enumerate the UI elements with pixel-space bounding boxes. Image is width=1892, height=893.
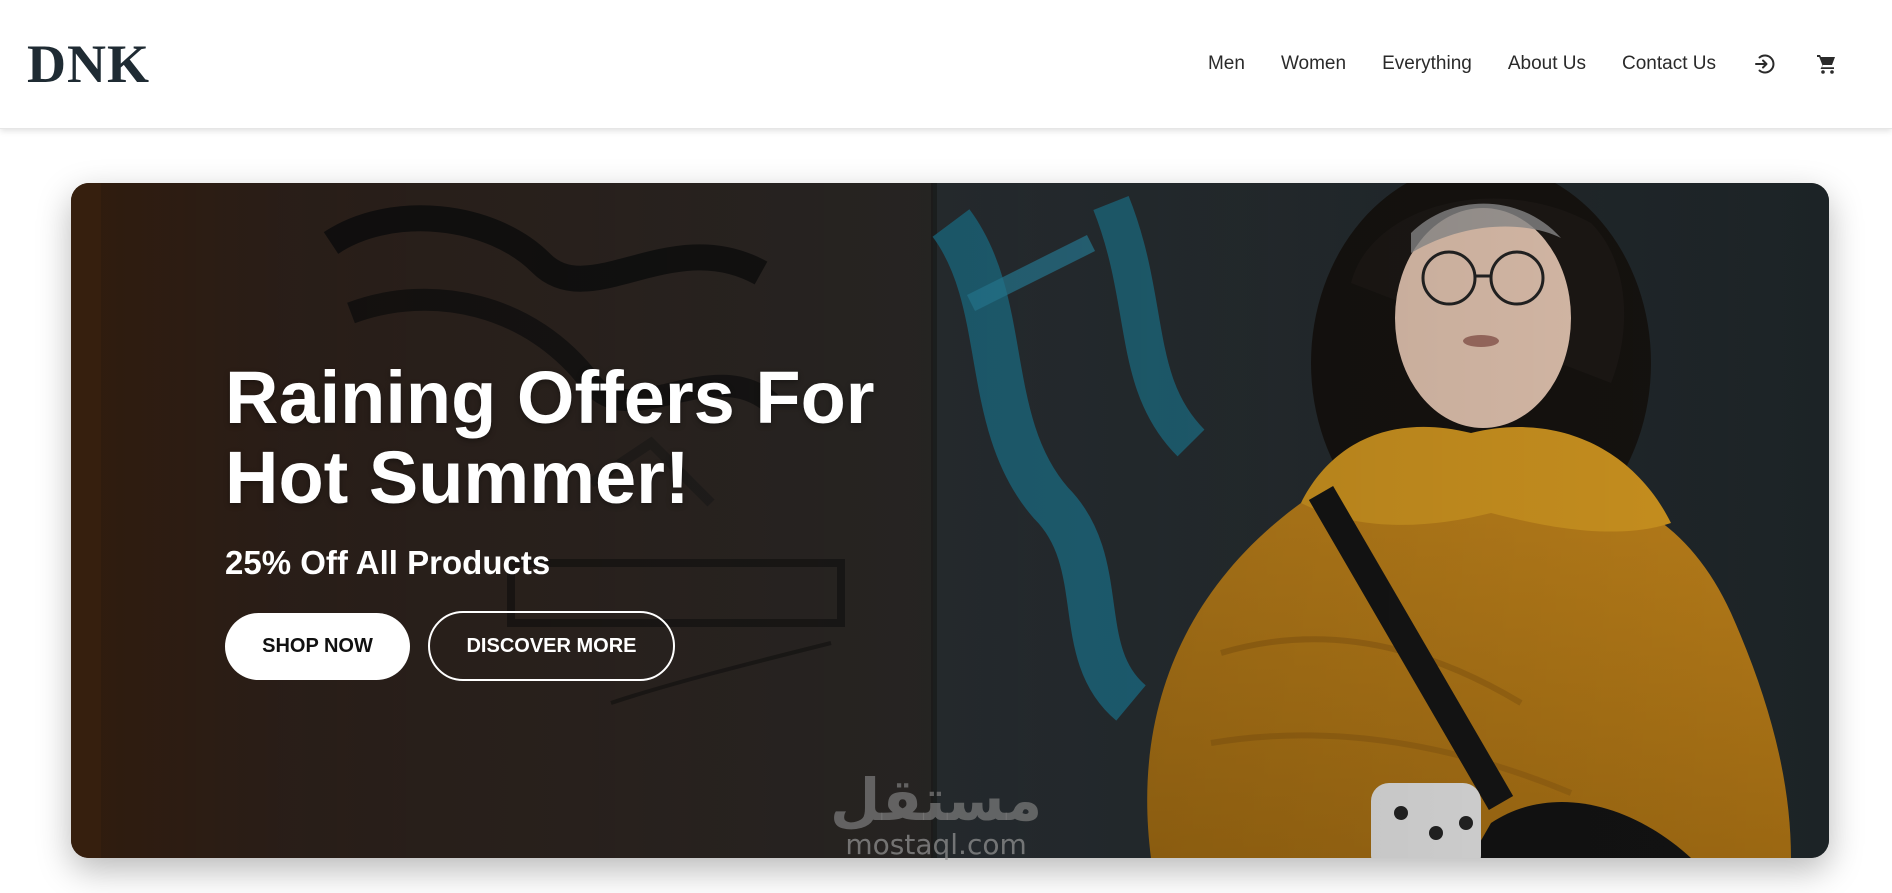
hero-buttons: SHOP NOW DISCOVER MORE (225, 611, 985, 681)
nav-link-about-us[interactable]: About Us (1508, 53, 1586, 75)
shop-now-button[interactable]: SHOP NOW (225, 612, 410, 680)
nav-link-contact-us[interactable]: Contact Us (1622, 53, 1716, 75)
nav-link-men[interactable]: Men (1208, 53, 1245, 75)
login-icon[interactable] (1752, 51, 1778, 77)
hero-subtitle: 25% Off All Products (225, 544, 551, 581)
site-logo[interactable]: DNK (27, 33, 150, 95)
discover-more-button[interactable]: DISCOVER MORE (428, 611, 675, 681)
hero-title: Raining Offers For Hot Summer! (225, 356, 875, 519)
site-header: DNK Men Women Everything About Us Contac… (0, 0, 1892, 129)
cart-icon[interactable] (1814, 51, 1840, 77)
nav-link-women[interactable]: Women (1281, 53, 1346, 75)
nav-link-everything[interactable]: Everything (1382, 53, 1472, 75)
hero-content: Raining Offers For Hot Summer! 25% Off A… (225, 358, 985, 681)
main-nav: Men Women Everything About Us Contact Us (1172, 51, 1840, 77)
hero-banner: Raining Offers For Hot Summer! 25% Off A… (71, 183, 1829, 858)
